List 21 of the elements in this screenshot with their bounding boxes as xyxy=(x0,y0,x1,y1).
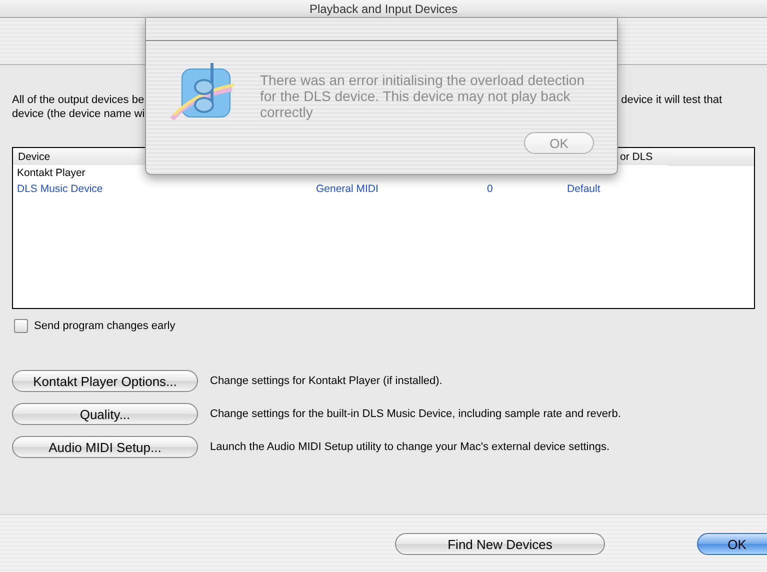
button-description: Change settings for Kontakt Player (if installed). xyxy=(210,375,442,387)
button-description: Change settings for the built-in DLS Music Device, including sample rate and reverb. xyxy=(210,408,621,420)
table-cell-text: General MIDI xyxy=(316,183,380,195)
alert-message: There was an error initialising the overload detection for the DLS device. This device may not play back correctly xyxy=(260,72,586,122)
checkbox-label: Send program changes early xyxy=(34,320,176,332)
footer-button[interactable]: OK xyxy=(697,533,767,555)
button-description: Launch the Audio MIDI Setup utility to change your Mac's external device settings. xyxy=(210,441,610,453)
column-header[interactable]: or DLS xyxy=(615,148,666,166)
window-title: Playback and Input Devices xyxy=(309,2,458,16)
table-cell-text: Default xyxy=(567,183,602,195)
table-cell-text: DLS Music Device xyxy=(17,183,104,195)
intro-text: device it will test that xyxy=(621,93,722,107)
intro-text: All of the output devices be xyxy=(12,93,144,107)
action-button[interactable]: Quality... xyxy=(12,403,198,425)
table-cell-text: Kontakt Player xyxy=(17,167,86,179)
checkbox[interactable] xyxy=(14,319,28,333)
action-button[interactable]: Audio MIDI Setup... xyxy=(12,436,198,458)
table-cell-text: 0 xyxy=(487,183,494,195)
intro-text: device (the device name wi xyxy=(12,107,145,121)
footer-button[interactable]: Find New Devices xyxy=(395,533,605,555)
action-button[interactable]: Kontakt Player Options... xyxy=(12,370,198,392)
